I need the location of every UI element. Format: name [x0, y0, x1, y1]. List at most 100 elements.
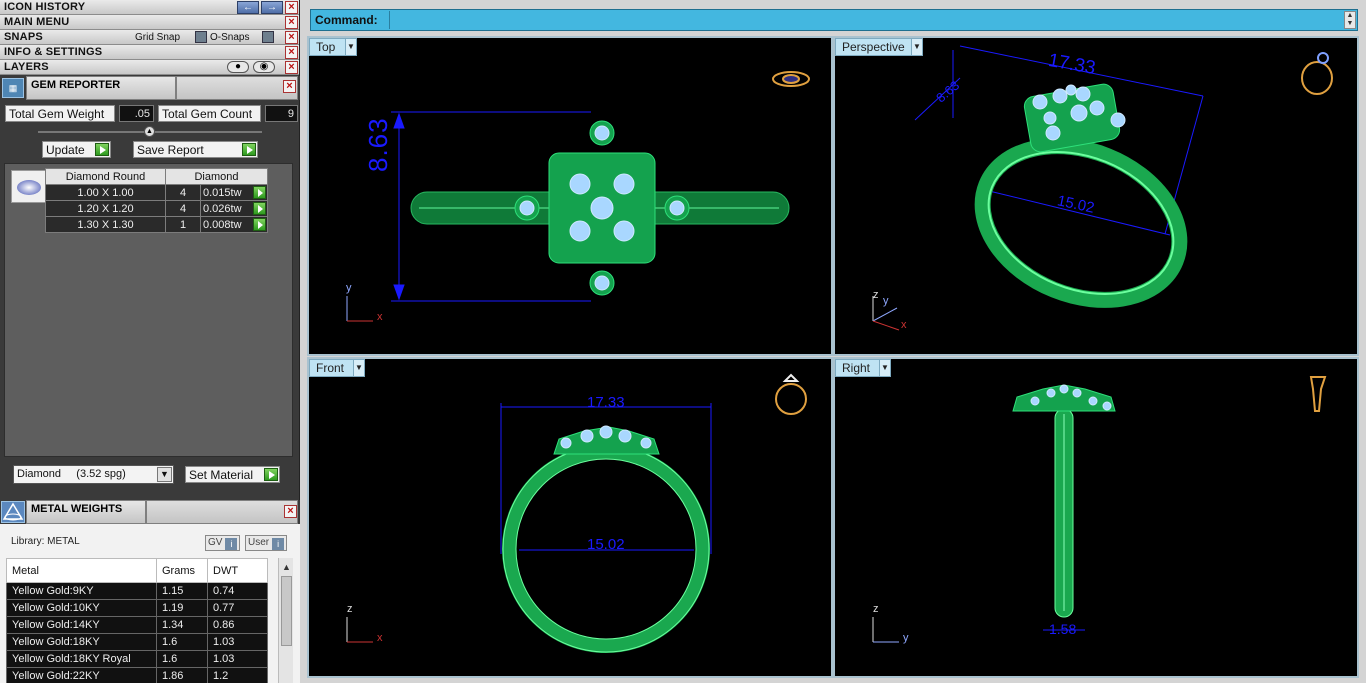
- info-settings-bar[interactable]: INFO & SETTINGS ×: [0, 45, 299, 60]
- viewport-label-perspective[interactable]: Perspective ▼: [835, 38, 923, 56]
- snaps-bar[interactable]: SNAPS Grid Snap O-Snaps ×: [0, 30, 299, 45]
- go-arrow-icon[interactable]: [253, 186, 266, 199]
- gem-weight: 0.008tw: [203, 218, 242, 231]
- metal-name: Yellow Gold:22KY: [6, 667, 157, 683]
- save-report-button[interactable]: Save Report: [133, 141, 258, 158]
- close-icon[interactable]: ×: [285, 61, 298, 74]
- metal-weights-strip: [146, 500, 298, 524]
- metal-grams: 1.34: [156, 616, 208, 634]
- close-icon[interactable]: ×: [285, 31, 298, 44]
- chevron-down-icon[interactable]: ▼: [879, 360, 890, 376]
- main-menu-title: MAIN MENU: [4, 16, 70, 28]
- viewport-label-front[interactable]: Front ▼: [309, 359, 365, 377]
- metal-table-header[interactable]: Metal: [6, 558, 157, 583]
- o-snaps-toggle[interactable]: [262, 31, 274, 43]
- table-row[interactable]: 1.00 X 1.00 4 0.015tw: [45, 184, 268, 201]
- gv-label: GV: [208, 537, 223, 548]
- close-icon[interactable]: ×: [285, 46, 298, 59]
- update-button[interactable]: Update: [42, 141, 111, 158]
- set-material-button[interactable]: Set Material: [185, 466, 280, 483]
- metal-name: Yellow Gold:9KY: [6, 582, 157, 600]
- axis-z-label: z: [873, 289, 879, 301]
- ring-band: [1054, 408, 1074, 618]
- scroll-up-icon[interactable]: ▲: [282, 562, 291, 572]
- dimension-band: 1.58: [1049, 621, 1077, 637]
- go-arrow-icon[interactable]: [253, 202, 266, 215]
- gem-weight: 0.026tw: [203, 202, 242, 215]
- metal-grams: 1.6: [156, 633, 208, 651]
- round-diamond-icon[interactable]: [11, 170, 46, 203]
- grid-snap-toggle[interactable]: [195, 31, 207, 43]
- viewport-label-text: Front: [316, 361, 345, 375]
- command-input[interactable]: [389, 11, 1339, 29]
- main-menu-bar[interactable]: MAIN MENU ×: [0, 15, 299, 30]
- metal-table-header[interactable]: DWT: [207, 558, 268, 583]
- metal-dwt: 1.03: [207, 650, 268, 668]
- table-row[interactable]: Yellow Gold:10KY 1.19 0.77: [6, 599, 268, 617]
- ring-band: [974, 138, 1188, 308]
- go-arrow-icon[interactable]: [253, 218, 266, 231]
- snaps-title: SNAPS: [4, 31, 43, 43]
- scrollbar-thumb[interactable]: [281, 576, 292, 646]
- close-icon[interactable]: ×: [284, 505, 297, 518]
- table-row[interactable]: Yellow Gold:14KY 1.34 0.86: [6, 616, 268, 634]
- metal-dwt: 1.03: [207, 633, 268, 651]
- table-row[interactable]: Yellow Gold:18KY 1.6 1.03: [6, 633, 268, 651]
- gv-toggle[interactable]: GV i: [205, 535, 241, 551]
- user-label: User: [248, 537, 270, 548]
- viewport-right[interactable]: Right ▼ 1.58 z y: [833, 357, 1359, 678]
- gem-reporter-header: ▦ GEM REPORTER ×: [0, 76, 300, 100]
- viewport-label-right[interactable]: Right ▼: [835, 359, 891, 377]
- viewport-label-text: Top: [316, 40, 336, 54]
- eye-icon[interactable]: ◉: [253, 61, 275, 73]
- forward-arrow-icon[interactable]: →: [261, 1, 283, 14]
- splitter-knob-icon[interactable]: ▲: [144, 126, 155, 137]
- table-row[interactable]: Yellow Gold:9KY 1.15 0.74: [6, 582, 268, 600]
- table-row[interactable]: Yellow Gold:18KY Royal 1.6 1.03: [6, 650, 268, 668]
- command-scroll-icon[interactable]: ▲ ▼: [1344, 11, 1356, 29]
- table-row[interactable]: 1.20 X 1.20 4 0.026tw: [45, 200, 268, 217]
- metal-dwt: 1.2: [207, 667, 268, 683]
- table-row[interactable]: 1.30 X 1.30 1 0.008tw: [45, 216, 268, 233]
- gem-table-header: Diamond: [165, 168, 268, 185]
- layers-bar[interactable]: LAYERS ● ◉ ×: [0, 60, 299, 75]
- viewport-top[interactable]: Top ▼ 8.63 y x: [307, 36, 833, 356]
- viewport-label-text: Right: [842, 361, 871, 375]
- save-report-label: Save Report: [137, 143, 204, 157]
- chevron-down-icon[interactable]: ▼: [353, 360, 364, 376]
- metal-table-scrollbar[interactable]: ▲: [278, 558, 293, 683]
- close-icon[interactable]: ×: [285, 1, 298, 14]
- axis-x-label: x: [377, 632, 383, 644]
- chevron-down-icon[interactable]: ▼: [345, 39, 356, 55]
- metal-table-header[interactable]: Grams: [156, 558, 208, 583]
- table-row[interactable]: Yellow Gold:22KY 1.86 1.2: [6, 667, 268, 683]
- metal-grams: 1.19: [156, 599, 208, 617]
- chevron-down-icon[interactable]: ▼: [911, 39, 922, 55]
- axis-indicator: [346, 617, 373, 643]
- metal-weights-header: METAL WEIGHTS ×: [0, 500, 300, 524]
- user-toggle[interactable]: User i: [245, 535, 288, 551]
- gem-size: 1.00 X 1.00: [45, 184, 166, 201]
- command-bar: Command: ▲ ▼: [310, 9, 1358, 31]
- panel-splitter[interactable]: ▲: [38, 126, 262, 137]
- layer-visibility-icon[interactable]: ●: [227, 61, 249, 73]
- metal-name: Yellow Gold:14KY: [6, 616, 157, 634]
- viewport-front[interactable]: Front ▼ 17.33 15.02 z x: [307, 357, 833, 678]
- close-icon[interactable]: ×: [285, 16, 298, 29]
- info-icon: i: [225, 538, 238, 550]
- axis-y-label: y: [346, 282, 352, 294]
- ring-thumbnail-icon: [1301, 52, 1333, 95]
- viewport-perspective[interactable]: Perspective ▼ 17.33 8.63 15.02 z y x: [833, 36, 1359, 356]
- back-arrow-icon[interactable]: ←: [237, 1, 259, 14]
- total-gem-weight-label: Total Gem Weight: [5, 105, 115, 122]
- chevron-down-icon[interactable]: ▼: [157, 467, 172, 482]
- viewport-label-top[interactable]: Top ▼: [309, 38, 357, 56]
- ring-thumbnail-icon: [775, 373, 807, 415]
- gem-table: Diamond Round Diamond 1.00 X 1.00 4 0.01…: [45, 168, 268, 233]
- close-icon[interactable]: ×: [283, 80, 296, 93]
- metal-dwt: 0.74: [207, 582, 268, 600]
- icon-history-bar[interactable]: ICON HISTORY ← → ×: [0, 0, 299, 15]
- material-select[interactable]: Diamond (3.52 spg) ▼: [13, 465, 174, 484]
- command-label: Command:: [315, 13, 378, 27]
- material-select-value: Diamond (3.52 spg): [17, 468, 126, 480]
